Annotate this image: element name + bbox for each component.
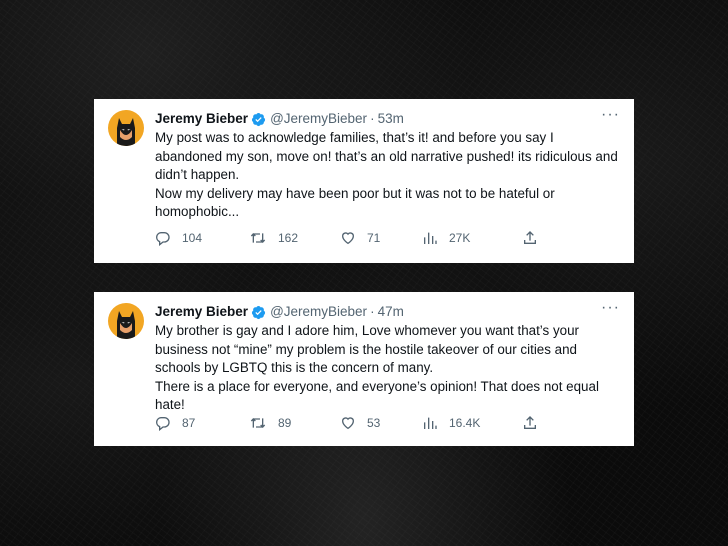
background: [0, 0, 728, 546]
reply-icon: [156, 232, 170, 246]
tweet-actions: 104 162 71 27K: [155, 230, 618, 246]
like-button[interactable]: 71: [340, 230, 422, 246]
views-chart-icon: [424, 417, 437, 429]
tweet-text-line: Now my delivery may have been poor but i…: [155, 185, 555, 220]
tweet-actions: 87 89 53 16.4K: [155, 415, 618, 431]
author-handle[interactable]: @JeremyBieber: [270, 109, 367, 129]
like-count: 53: [367, 416, 381, 430]
tweet-header: Jeremy Bieber @JeremyBieber · 53m: [155, 109, 618, 129]
tweet-text-line: My post was to acknowledge families, tha…: [155, 130, 618, 183]
tweet-text: My brother is gay and I adore him, Love …: [155, 322, 618, 415]
retweet-button[interactable]: 162: [249, 230, 340, 246]
share-button[interactable]: [522, 230, 549, 246]
tweet-timestamp[interactable]: 53m: [378, 109, 404, 129]
verified-badge-icon: [251, 112, 266, 127]
tweet-header: Jeremy Bieber @JeremyBieber · 47m: [155, 302, 618, 322]
share-icon: [524, 416, 536, 429]
author-name[interactable]: Jeremy Bieber: [155, 302, 248, 322]
heart-icon: [341, 417, 355, 430]
like-count: 71: [367, 231, 381, 245]
more-options-icon[interactable]: ···: [601, 300, 620, 316]
verified-badge-icon: [251, 305, 266, 320]
views-button[interactable]: 27K: [422, 230, 522, 246]
author-handle[interactable]: @JeremyBieber: [270, 302, 367, 322]
tweet-card[interactable]: ··· Jeremy Bieber @JeremyBieber · 53m My…: [94, 99, 634, 263]
reply-button[interactable]: 87: [155, 415, 249, 431]
retweet-count: 162: [278, 231, 299, 245]
reply-icon: [156, 417, 170, 431]
views-button[interactable]: 16.4K: [422, 415, 522, 431]
views-count: 16.4K: [449, 416, 481, 430]
batman-avatar[interactable]: [108, 303, 144, 339]
retweet-icon: [250, 418, 266, 428]
more-options-icon[interactable]: ···: [601, 107, 620, 123]
tweet-card[interactable]: ··· Jeremy Bieber @JeremyBieber · 47m My…: [94, 292, 634, 446]
retweet-button[interactable]: 89: [249, 415, 340, 431]
tweet-text-line: There is a place for everyone, and every…: [155, 378, 599, 413]
tweet-timestamp[interactable]: 47m: [378, 302, 404, 322]
separator-dot: ·: [370, 304, 375, 319]
like-button[interactable]: 53: [340, 415, 422, 431]
reply-button[interactable]: 104: [155, 230, 249, 246]
views-count: 27K: [449, 231, 471, 245]
separator-dot: ·: [370, 111, 375, 126]
tweet-text-line: My brother is gay and I adore him, Love …: [155, 323, 580, 376]
batman-avatar[interactable]: [108, 110, 144, 146]
reply-count: 104: [182, 231, 203, 245]
views-chart-icon: [424, 232, 437, 244]
reply-count: 87: [182, 416, 196, 430]
heart-icon: [341, 232, 355, 245]
tweet-text: My post was to acknowledge families, tha…: [155, 129, 618, 222]
author-name[interactable]: Jeremy Bieber: [155, 109, 248, 129]
share-button[interactable]: [522, 415, 549, 431]
retweet-icon: [250, 233, 266, 243]
retweet-count: 89: [278, 416, 292, 430]
share-icon: [524, 231, 536, 244]
